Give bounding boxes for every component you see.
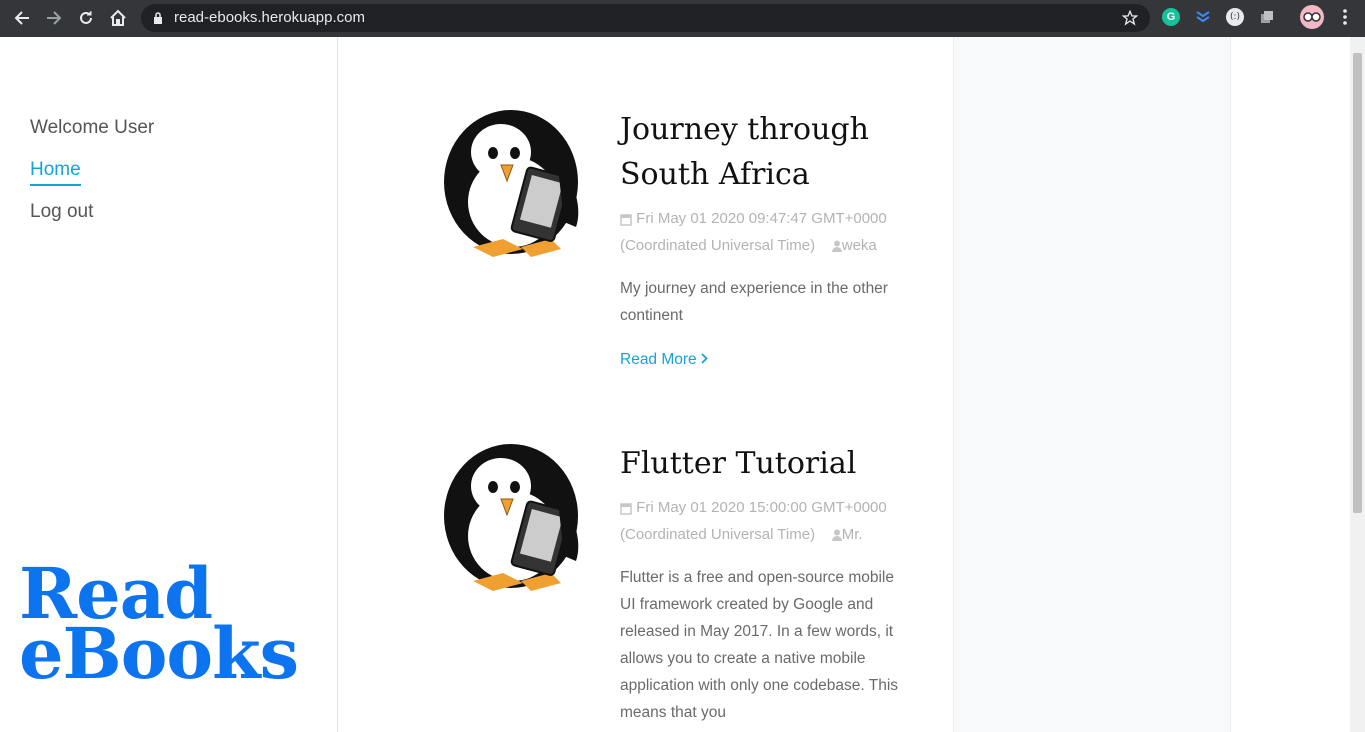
bookmark-star-icon[interactable]	[1122, 10, 1138, 26]
page: Welcome User Home Log out Read eBooks Jo…	[0, 37, 1365, 732]
post-excerpt: Flutter is a free and open-source mobile…	[620, 569, 899, 721]
post-list: Journey through South Africa Fri May 01 …	[338, 37, 953, 732]
lock-icon	[154, 12, 162, 24]
user-icon	[831, 529, 842, 542]
right-sidebar	[953, 37, 1231, 732]
post-title[interactable]: Flutter Tutorial	[620, 441, 910, 486]
penguin-ebook-thumbnail[interactable]	[443, 441, 595, 593]
browser-toolbar: read-ebooks.herokuapp.com G (:)	[0, 0, 1365, 37]
reload-icon[interactable]	[74, 6, 98, 30]
extension-icon[interactable]	[1258, 8, 1276, 26]
sidebar-item-welcome: Welcome User	[30, 117, 155, 138]
post-meta: Fri May 01 2020 09:47:47 GMT+0000 (Coord…	[620, 205, 910, 259]
grammarly-icon[interactable]: G	[1162, 8, 1180, 26]
post-title[interactable]: Journey through South Africa	[620, 107, 910, 197]
post-meta: Fri May 01 2020 15:00:00 GMT+0000 (Coord…	[620, 494, 910, 548]
chevron-right-icon	[701, 353, 708, 364]
menu-kebab-icon[interactable]	[1336, 8, 1354, 26]
calendar-icon	[620, 502, 632, 515]
forward-icon[interactable]	[42, 6, 66, 30]
post-body: Journey through South Africa Fri May 01 …	[620, 107, 910, 369]
back-icon[interactable]	[10, 6, 34, 30]
site-logo: Read eBooks	[19, 559, 299, 695]
sidebar: Welcome User Home Log out Read eBooks	[0, 37, 338, 732]
profile-avatar-icon[interactable]	[1300, 5, 1324, 29]
post-body: Flutter Tutorial Fri May 01 2020 15:00:0…	[620, 441, 910, 726]
extension-icon[interactable]: (:)	[1226, 8, 1244, 26]
url-text: read-ebooks.herokuapp.com	[174, 9, 365, 26]
extension-icon[interactable]	[1194, 8, 1212, 26]
read-more-link[interactable]: Read More	[620, 351, 708, 369]
read-more-label: Read More	[620, 351, 697, 368]
post-author[interactable]: weka	[842, 237, 877, 254]
penguin-ebook-thumbnail[interactable]	[443, 107, 595, 259]
scrollbar[interactable]	[1350, 37, 1365, 732]
post-author[interactable]: Mr.	[842, 526, 863, 543]
home-icon[interactable]	[106, 6, 130, 30]
user-icon	[831, 240, 842, 253]
logo-line-2: eBooks	[19, 612, 299, 695]
address-bar[interactable]: read-ebooks.herokuapp.com	[141, 4, 1150, 32]
sidebar-item-home[interactable]: Home	[30, 159, 81, 186]
sidebar-item-logout[interactable]: Log out	[30, 201, 93, 223]
calendar-icon	[620, 213, 632, 226]
scrollbar-thumb[interactable]	[1353, 53, 1362, 513]
post-excerpt: My journey and experience in the other c…	[620, 280, 888, 324]
